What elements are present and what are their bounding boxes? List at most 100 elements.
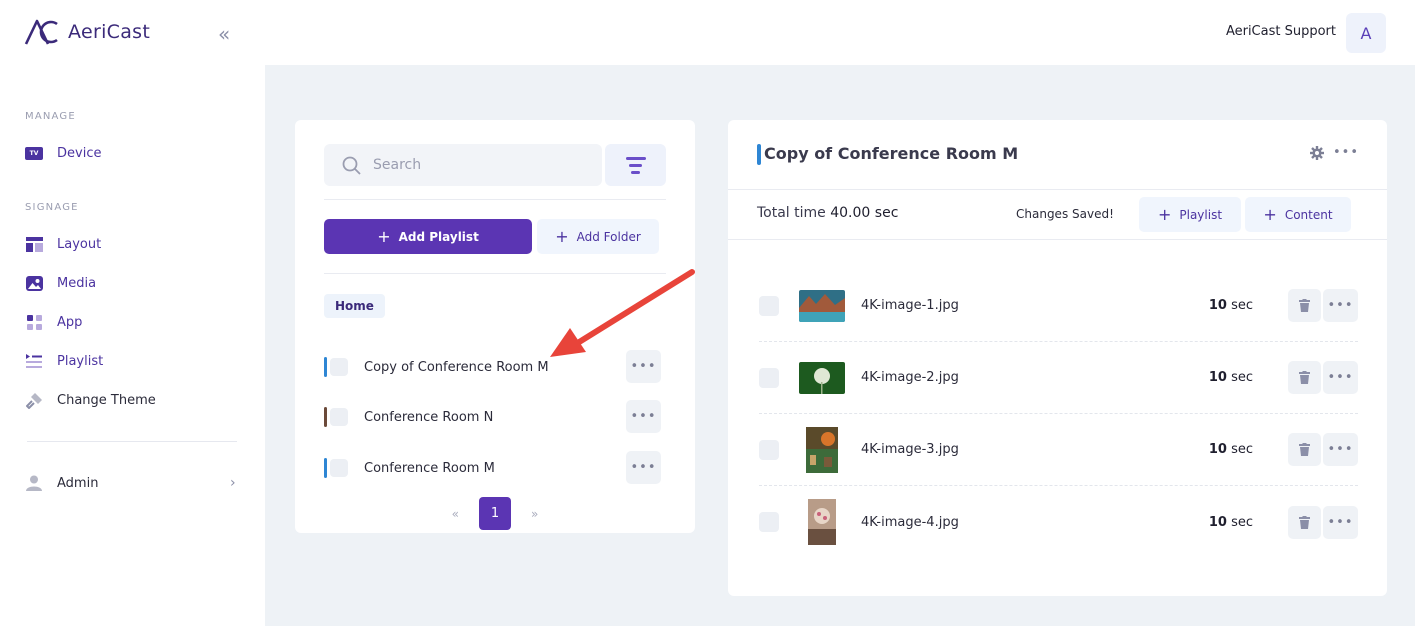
sidebar-item-app[interactable]: App bbox=[25, 313, 82, 331]
playlist-title: Copy of Conference Room M bbox=[764, 144, 1019, 163]
playlist-icon bbox=[25, 352, 43, 370]
content-name: 4K-image-1.jpg bbox=[861, 298, 959, 313]
pagination-page[interactable]: 1 bbox=[479, 497, 511, 530]
sidebar-item-device[interactable]: TV Device bbox=[25, 144, 101, 162]
playlists-panel: + Add Playlist + Add Folder Home Copy of… bbox=[295, 120, 695, 533]
playlist-row[interactable]: Copy of Conference Room M ••• bbox=[324, 350, 666, 384]
plus-icon: + bbox=[1263, 205, 1277, 224]
sidebar-item-label: App bbox=[57, 314, 83, 330]
sidebar-item-label: Layout bbox=[57, 236, 102, 252]
image-thumbnail bbox=[799, 426, 845, 473]
layout-icon bbox=[25, 235, 43, 253]
add-playlist-button[interactable]: + Add Playlist bbox=[324, 219, 532, 254]
more-options-button[interactable]: ••• bbox=[626, 451, 661, 484]
sidebar: AeriCast « MANAGE TV Device SIGNAGE Layo… bbox=[0, 0, 265, 626]
breadcrumb-home[interactable]: Home bbox=[324, 294, 385, 318]
tv-icon: TV bbox=[25, 144, 43, 162]
aericast-logo-icon bbox=[24, 19, 58, 45]
content-row[interactable]: 4K-image-3.jpg 10 sec ••• bbox=[759, 414, 1358, 486]
add-folder-button[interactable]: + Add Folder bbox=[537, 219, 659, 254]
more-options-button[interactable]: ••• bbox=[626, 400, 661, 433]
playlist-name: Conference Room N bbox=[364, 409, 494, 425]
sidebar-item-label: Media bbox=[57, 275, 97, 291]
trash-icon[interactable] bbox=[1288, 361, 1321, 394]
sidebar-item-admin[interactable]: Admin bbox=[25, 474, 98, 492]
content-row[interactable]: 4K-image-4.jpg 10 sec ••• bbox=[759, 486, 1358, 558]
pagination-next[interactable]: » bbox=[531, 507, 538, 521]
total-time-label: Total time bbox=[757, 205, 826, 221]
separator bbox=[324, 273, 666, 274]
more-options-button[interactable]: ••• bbox=[1323, 433, 1358, 466]
trash-icon[interactable] bbox=[1288, 433, 1321, 466]
playlist-checkbox[interactable] bbox=[330, 408, 348, 426]
avatar[interactable]: A bbox=[1346, 13, 1386, 53]
more-options-button[interactable]: ••• bbox=[626, 350, 661, 383]
search-input[interactable] bbox=[373, 157, 573, 173]
playlist-row[interactable]: Conference Room N ••• bbox=[324, 400, 666, 434]
duration-unit: sec bbox=[1231, 514, 1253, 530]
image-thumbnail bbox=[799, 289, 845, 322]
support-label[interactable]: AeriCast Support bbox=[1226, 24, 1336, 39]
sidebar-item-media[interactable]: Media bbox=[25, 274, 96, 292]
more-options-button[interactable]: ••• bbox=[1323, 361, 1358, 394]
content-name: 4K-image-4.jpg bbox=[861, 514, 959, 530]
playlist-checkbox[interactable] bbox=[330, 459, 348, 477]
sidebar-item-label: Admin bbox=[57, 475, 99, 491]
sidebar-item-label: Change Theme bbox=[57, 392, 156, 408]
more-options-button[interactable]: ••• bbox=[1323, 289, 1358, 322]
content-row[interactable]: 4K-image-1.jpg 10 sec ••• bbox=[759, 270, 1358, 342]
duration-unit: sec bbox=[1231, 298, 1253, 313]
duration-value: 10 bbox=[1208, 514, 1227, 530]
separator bbox=[728, 189, 1387, 190]
pagination-prev[interactable]: « bbox=[452, 507, 459, 521]
more-options-button[interactable]: ••• bbox=[1333, 145, 1359, 160]
plus-icon: + bbox=[377, 227, 391, 246]
total-time: Total time 40.00 sec bbox=[757, 205, 898, 221]
plus-icon: + bbox=[555, 227, 569, 246]
content-duration: 10 sec bbox=[1209, 515, 1253, 530]
duration-value: 10 bbox=[1208, 442, 1227, 457]
content-name: 4K-image-2.jpg bbox=[861, 370, 959, 385]
playlist-color-bar bbox=[324, 357, 327, 377]
playlist-color-bar bbox=[324, 458, 327, 478]
sidebar-item-label: Playlist bbox=[57, 353, 104, 369]
user-icon bbox=[25, 474, 43, 492]
playlist-checkbox[interactable] bbox=[330, 358, 348, 376]
sidebar-item-playlist[interactable]: Playlist bbox=[25, 352, 103, 370]
playlist-detail-panel: Copy of Conference Room M ••• Total time… bbox=[728, 120, 1387, 596]
playlist-row[interactable]: Conference Room M ••• bbox=[324, 451, 666, 485]
title-accent-bar bbox=[757, 144, 761, 165]
separator bbox=[324, 199, 666, 200]
more-options-button[interactable]: ••• bbox=[1323, 505, 1358, 539]
content-checkbox[interactable] bbox=[759, 295, 779, 316]
brand[interactable]: AeriCast bbox=[24, 18, 150, 46]
chevron-right-icon[interactable]: › bbox=[230, 475, 236, 491]
trash-icon[interactable] bbox=[1288, 289, 1321, 322]
sidebar-item-change-theme[interactable]: Change Theme bbox=[25, 391, 156, 409]
tv-badge: TV bbox=[25, 146, 43, 160]
content-row[interactable]: 4K-image-2.jpg 10 sec ••• bbox=[759, 342, 1358, 414]
sidebar-divider bbox=[27, 441, 237, 442]
content-duration: 10 sec bbox=[1209, 442, 1253, 457]
sidebar-item-layout[interactable]: Layout bbox=[25, 235, 101, 253]
content-checkbox[interactable] bbox=[759, 512, 779, 532]
add-folder-label: Add Folder bbox=[576, 229, 641, 244]
app-name: AeriCast bbox=[68, 21, 151, 43]
content-duration: 10 sec bbox=[1209, 298, 1253, 313]
content-checkbox[interactable] bbox=[759, 367, 779, 388]
playlist-name: Copy of Conference Room M bbox=[364, 359, 549, 375]
content-checkbox[interactable] bbox=[759, 439, 779, 460]
content-duration: 10 sec bbox=[1209, 370, 1253, 385]
playlist-name: Conference Room M bbox=[364, 460, 495, 476]
add-content-button[interactable]: + Content bbox=[1245, 197, 1351, 232]
image-thumbnail bbox=[799, 361, 845, 394]
sort-button[interactable] bbox=[605, 144, 666, 186]
add-playlist-item-button[interactable]: + Playlist bbox=[1139, 197, 1241, 232]
topbar: AeriCast Support A bbox=[265, 0, 1415, 65]
double-chevron-left-icon[interactable]: « bbox=[218, 22, 230, 46]
trash-icon[interactable] bbox=[1288, 505, 1321, 539]
duration-unit: sec bbox=[1231, 442, 1253, 457]
gear-icon[interactable] bbox=[1310, 146, 1324, 160]
add-playlist-label: Add Playlist bbox=[398, 229, 479, 244]
duration-unit: sec bbox=[1231, 370, 1253, 385]
